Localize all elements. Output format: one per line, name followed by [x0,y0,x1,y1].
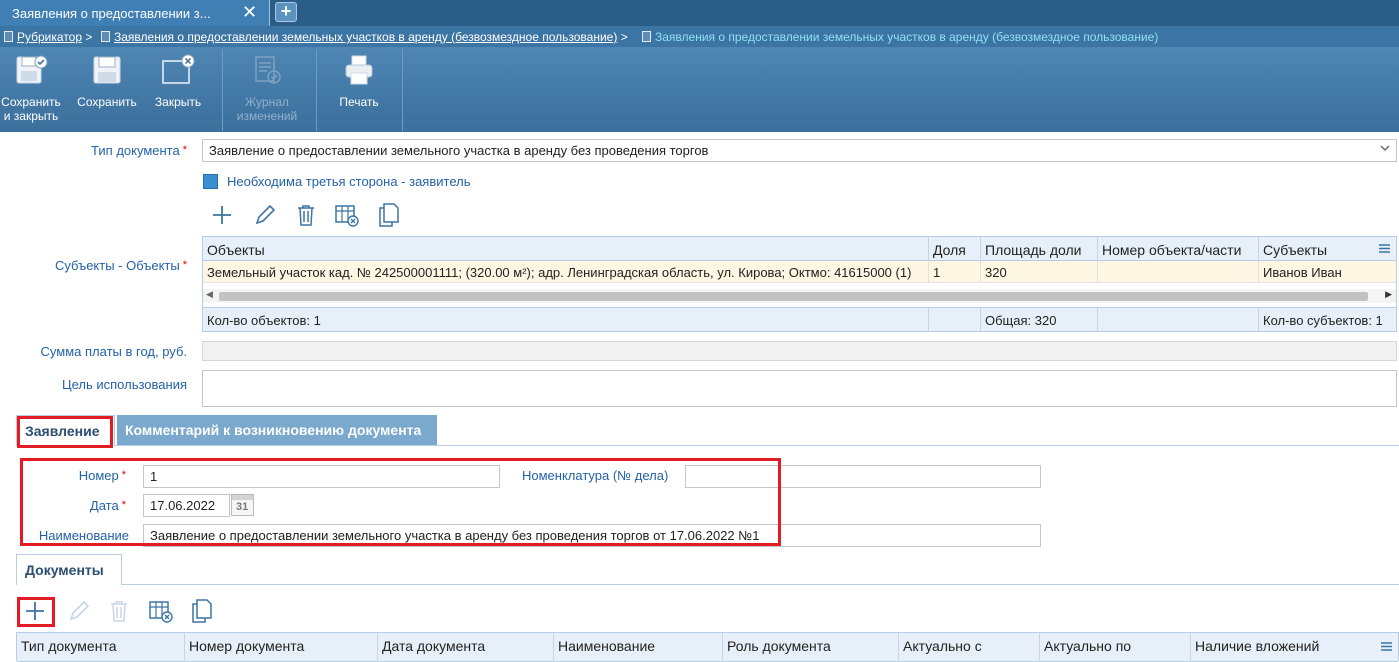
document-tab[interactable]: Заявления о предоставлении з... ✕ [0,0,270,26]
required-marker: * [182,259,187,271]
print-button[interactable]: Печать [320,47,398,132]
subjects-label: Субъекты - Объекты * [55,258,187,273]
cell-object-number [1098,261,1259,283]
print-label: Печать [339,95,379,109]
footer-share [929,308,981,331]
payment-label: Сумма платы в год, руб. [40,344,187,359]
breadcrumb-separator: > [620,30,628,44]
highlight-box [20,458,781,546]
breadcrumb: Рубрикатор > Заявления о предоставлении … [0,26,1399,47]
table-delete-icon[interactable] [148,598,174,624]
document-tab-title: Заявления о предоставлении з... [12,6,211,21]
purpose-label: Цель использования [61,377,187,392]
footer-number [1098,308,1259,331]
document-icon [642,31,651,42]
journal-icon [255,56,281,84]
table-row[interactable]: Земельный участок кад. № 242500001111; (… [203,261,1396,283]
toolbar-divider [316,49,317,131]
registry-icon [101,31,110,42]
scrollbar-thumb[interactable] [219,292,1368,301]
subjects-count: Кол-во субъектов: 1 [1263,313,1383,328]
cell-subjects: Иванов Иван [1263,265,1342,280]
save-close-icon [16,55,48,84]
col-doc-name[interactable]: Наименование [554,633,723,662]
toolbar-divider [402,49,403,131]
col-share[interactable]: Доля [929,237,981,261]
scroll-right-icon[interactable]: ▶ [1385,289,1392,300]
save-and-close-button[interactable]: Сохранить и закрыть [0,47,62,132]
toolbar: Сохранить и закрыть Сохранить Закрыть Жу… [0,47,1399,132]
objects-total: Общая: 320 [981,308,1098,331]
trash-icon[interactable] [293,202,319,228]
menu-icon[interactable] [1381,641,1392,652]
journal-label: Журнал изменений [236,95,298,123]
required-marker: * [182,144,187,156]
toolbar-divider [222,49,223,131]
objects-grid-header: Объекты Доля Площадь доли Номер объекта/… [203,237,1396,261]
objects-grid-footer: Кол-во объектов: 1 Общая: 320 Кол-во суб… [203,307,1396,331]
col-objects[interactable]: Объекты [203,237,929,261]
highlight-box [17,416,113,448]
col-actual-to[interactable]: Актуально по [1040,633,1191,662]
cell-share: 1 [929,261,981,283]
close-icon[interactable]: ✕ [242,2,257,22]
journal-button[interactable]: Журнал изменений [228,47,306,132]
payment-field[interactable] [202,341,1397,361]
save-and-close-label: Сохранить и закрыть [1,95,61,123]
col-doc-date[interactable]: Дата документа [378,633,554,662]
save-icon [93,56,121,84]
objects-count: Кол-во объектов: 1 [203,308,929,331]
objects-grid: Объекты Доля Площадь доли Номер объекта/… [202,236,1397,332]
close-button[interactable]: Закрыть [146,47,210,132]
third-party-checkbox[interactable] [203,174,218,189]
col-object-number[interactable]: Номер объекта/части [1098,237,1259,261]
plus-icon[interactable] [209,202,235,228]
scroll-left-icon[interactable]: ◀ [206,289,213,300]
tab-strip-line [16,445,1399,446]
rubricator-icon [4,31,13,42]
save-button[interactable]: Сохранить [72,47,142,132]
col-attachments[interactable]: Наличие вложений [1191,633,1381,662]
third-party-label: Необходима третья сторона - заявитель [227,174,471,189]
horizontal-scrollbar[interactable]: ◀ ▶ [203,289,1396,303]
close-label: Закрыть [154,95,202,109]
doc-type-value: Заявление о предоставлении земельного уч… [209,143,709,158]
col-doc-role[interactable]: Роль документа [723,633,899,662]
breadcrumb-current: Заявления о предоставлении земельных уча… [655,30,1159,44]
window-tab-bar: Заявления о предоставлении з... ✕ + [0,0,1399,26]
chevron-down-icon [1380,145,1390,151]
save-label: Сохранить [77,95,137,109]
col-doc-number[interactable]: Номер документа [185,633,378,662]
breadcrumb-rubricator[interactable]: Рубрикатор [17,30,82,44]
col-actual-from[interactable]: Актуально с [899,633,1040,662]
table-delete-icon[interactable] [334,202,360,228]
pencil-icon[interactable] [251,202,277,228]
printer-icon [345,55,373,85]
documents-grid-header: Тип документа Номер документа Дата докум… [17,633,1398,662]
breadcrumb-registry[interactable]: Заявления о предоставлении земельных уча… [114,30,617,44]
pencil-icon[interactable] [65,598,91,624]
tab-documents[interactable]: Документы [16,554,122,585]
copy-icon[interactable] [189,598,215,624]
cell-area: 320 [981,261,1098,283]
purpose-field[interactable] [202,370,1397,407]
highlight-box [17,597,55,627]
tab-comment[interactable]: Комментарий к возникновению документа [117,415,437,445]
trash-icon[interactable] [106,598,132,624]
col-doc-type[interactable]: Тип документа [17,633,185,662]
doc-type-select[interactable]: Заявление о предоставлении земельного уч… [202,139,1397,162]
new-tab-button[interactable]: + [275,2,297,22]
doc-type-label: Тип документа * [91,143,187,158]
documents-tab-line [16,584,1399,585]
col-subjects[interactable]: Субъекты [1259,237,1396,261]
col-area[interactable]: Площадь доли [981,237,1098,261]
breadcrumb-separator: > [85,30,93,44]
documents-grid: Тип документа Номер документа Дата докум… [16,632,1399,662]
menu-icon[interactable] [1379,243,1390,254]
close-window-icon [162,54,195,84]
copy-icon[interactable] [376,202,402,228]
cell-object: Земельный участок кад. № 242500001111; (… [203,261,929,283]
